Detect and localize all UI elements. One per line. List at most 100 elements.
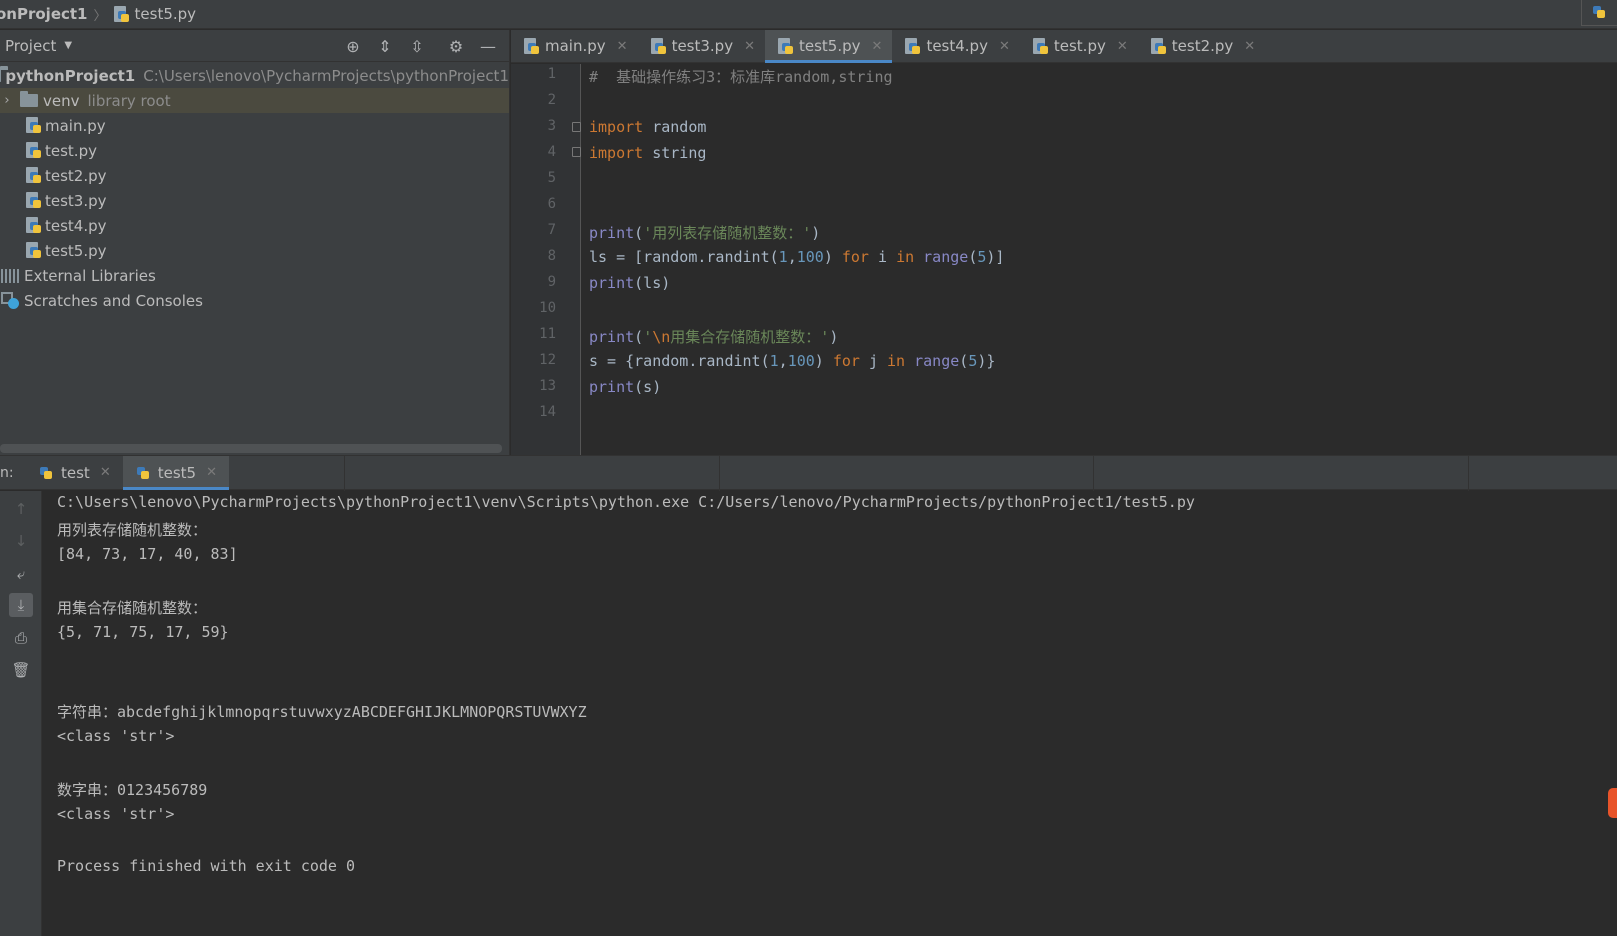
number-literal: 1 xyxy=(769,352,779,370)
python-file-icon xyxy=(904,37,921,55)
print-icon[interactable]: ⎙ xyxy=(11,628,31,648)
python-file-icon xyxy=(25,117,42,134)
project-view-selector[interactable]: Project xyxy=(5,37,56,55)
tab-test-py[interactable]: test.py ✕ xyxy=(1020,30,1138,62)
close-icon[interactable]: ✕ xyxy=(872,39,883,54)
console-line: 数字串：0123456789 xyxy=(57,781,208,799)
file-label: test2.py xyxy=(45,166,107,185)
code-text: ) xyxy=(823,248,842,266)
number-literal: 1 xyxy=(778,248,788,266)
code-text: ( xyxy=(634,224,644,242)
hide-panel-icon[interactable]: — xyxy=(478,36,498,56)
close-icon[interactable]: ✕ xyxy=(1117,39,1128,54)
gear-icon[interactable]: ⚙ xyxy=(446,36,466,56)
tree-item-test5-py[interactable]: test5.py xyxy=(0,238,509,263)
run-tab-test5[interactable]: test5 ✕ xyxy=(122,456,230,490)
breadcrumb-project[interactable]: onProject1 xyxy=(0,5,88,23)
close-icon[interactable]: ✕ xyxy=(100,465,111,480)
code-text: ( xyxy=(959,352,969,370)
builtin: print xyxy=(589,328,635,346)
collapse-all-icon[interactable]: ⇳ xyxy=(407,36,427,56)
tab-label: main.py xyxy=(545,37,606,55)
code-line-9: print(ls) xyxy=(589,274,670,292)
tab-main-py[interactable]: main.py ✕ xyxy=(511,30,638,62)
project-root-label: pythonProject1 xyxy=(5,66,136,85)
tab-test2-py[interactable]: test2.py ✕ xyxy=(1138,30,1265,62)
keyword: for xyxy=(841,248,869,266)
tree-item-test2-py[interactable]: test2.py xyxy=(0,163,509,188)
code-text: i xyxy=(868,248,897,266)
file-label: test.py xyxy=(45,141,97,160)
tab-label: test2.py xyxy=(1171,37,1234,55)
python-file-icon xyxy=(777,37,794,55)
line-number: 1 xyxy=(547,66,556,82)
escape-sequence: \n xyxy=(652,328,671,346)
breadcrumb-file[interactable]: test5.py xyxy=(113,5,197,23)
down-arrow-icon[interactable]: ↓ xyxy=(11,531,31,551)
tree-item-venv[interactable]: › venv library root xyxy=(0,88,509,113)
code-line-1: # 基础操作练习3：标准库random,string xyxy=(589,66,893,87)
string-literal: ' xyxy=(643,328,653,346)
run-tool-window-header: n: test ✕ test5 ✕ xyxy=(0,455,1617,491)
trash-icon[interactable]: 🗑 xyxy=(11,660,31,680)
tab-test3-py[interactable]: test3.py ✕ xyxy=(638,30,765,62)
close-icon[interactable]: ✕ xyxy=(1244,39,1255,54)
horizontal-scrollbar[interactable] xyxy=(0,444,502,453)
python-icon xyxy=(135,464,152,481)
dropdown-caret-icon[interactable]: ▼ xyxy=(64,40,72,51)
number-literal: 100 xyxy=(787,352,815,370)
code-text: ) xyxy=(811,224,821,242)
line-number-gutter[interactable]: 1 2 3 4 5 6 7 8 9 10 11 12 13 14 xyxy=(511,64,581,455)
notification-marker[interactable] xyxy=(1608,788,1617,818)
tree-item-scratches[interactable]: Scratches and Consoles xyxy=(0,288,509,313)
code-area[interactable]: 1 2 3 4 5 6 7 8 9 10 11 12 13 14 # 基础操作练… xyxy=(511,64,1617,455)
up-arrow-icon[interactable]: ↑ xyxy=(11,499,31,519)
console-line: 用集合存储随机整数： xyxy=(57,599,208,617)
scroll-to-end-icon[interactable]: ⤓ xyxy=(9,593,33,617)
builtin: range xyxy=(914,352,960,370)
tree-item-test4-py[interactable]: test4.py xyxy=(0,213,509,238)
close-icon[interactable]: ✕ xyxy=(744,39,755,54)
line-number: 5 xyxy=(547,170,556,186)
line-number: 6 xyxy=(547,196,556,212)
tab-test5-py[interactable]: test5.py ✕ xyxy=(765,30,893,63)
chevron-right-icon[interactable]: › xyxy=(0,93,14,108)
tab-label: test4.py xyxy=(926,37,988,55)
locate-file-icon[interactable]: ⊕ xyxy=(343,36,363,56)
python-interpreter-button[interactable] xyxy=(1581,0,1617,26)
number-literal: 5 xyxy=(968,352,978,370)
breadcrumb-file-label: test5.py xyxy=(134,5,197,23)
tab-test4-py[interactable]: test4.py ✕ xyxy=(892,30,1019,62)
expand-all-icon[interactable]: ⇕ xyxy=(375,36,395,56)
fold-marker-icon[interactable] xyxy=(572,147,581,157)
soft-wrap-icon[interactable]: ⤶ xyxy=(11,564,31,584)
tab-label: test.py xyxy=(1053,37,1106,55)
tree-item-test-py[interactable]: test.py xyxy=(0,138,509,163)
keyword: import xyxy=(589,144,644,162)
builtin: print xyxy=(589,224,635,242)
code-text: j xyxy=(859,352,888,370)
number-literal: 100 xyxy=(796,248,824,266)
python-file-icon xyxy=(25,167,42,184)
close-icon[interactable]: ✕ xyxy=(206,465,217,480)
tree-item-project-root[interactable]: pythonProject1 C:\Users\lenovo\PycharmPr… xyxy=(0,63,509,88)
fold-marker-icon[interactable] xyxy=(572,122,581,132)
header-divider xyxy=(1093,456,1094,491)
tree-item-main-py[interactable]: main.py xyxy=(0,113,509,138)
console-line: {5, 71, 75, 17, 59} xyxy=(57,623,229,641)
python-file-icon xyxy=(25,192,42,209)
code-text: ( xyxy=(968,248,978,266)
header-divider xyxy=(1468,456,1469,491)
run-tab-test[interactable]: test ✕ xyxy=(26,456,123,489)
navigation-bar: onProject1 〉 test5.py xyxy=(0,0,1617,29)
python-file-icon xyxy=(1032,37,1049,55)
editor-pane: main.py ✕ test3.py ✕ test5.py ✕ test4.py… xyxy=(511,30,1617,455)
keyword: for xyxy=(832,352,860,370)
close-icon[interactable]: ✕ xyxy=(999,39,1010,54)
module-name: string xyxy=(643,144,707,162)
tree-item-test3-py[interactable]: test3.py xyxy=(0,188,509,213)
tree-item-external-libraries[interactable]: External Libraries xyxy=(0,263,509,288)
code-line-8: ls = [random.randint(1,100) for i in ran… xyxy=(589,248,1004,266)
close-icon[interactable]: ✕ xyxy=(617,39,628,54)
